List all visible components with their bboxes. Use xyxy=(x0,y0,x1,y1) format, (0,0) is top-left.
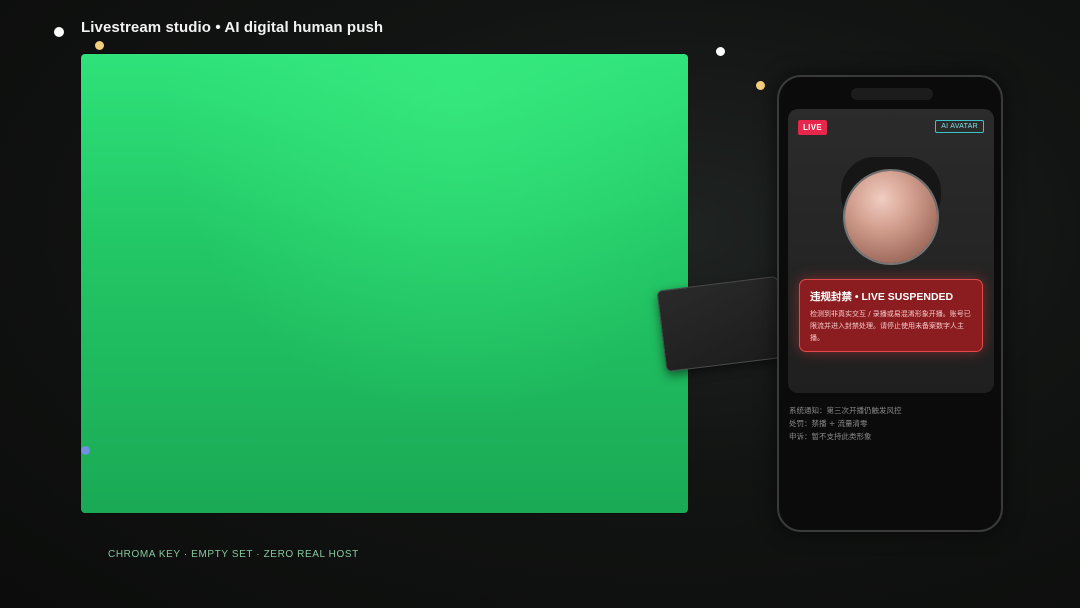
live-badge: LIVE xyxy=(798,120,827,135)
decor-dot-blue xyxy=(81,446,90,455)
notice-item: 系统通知：第三次开播仍触发风控 xyxy=(789,406,902,415)
title-bullet-dot xyxy=(54,27,64,37)
phone-screen: LIVE AI AVATAR 违规封禁 • LIVE SUSPENDED 检测到… xyxy=(788,109,994,393)
floating-device-card xyxy=(656,275,788,373)
page-title: Livestream studio • AI digital human pus… xyxy=(81,19,384,36)
suspension-alert: 违规封禁 • LIVE SUSPENDED 检测到非真实交互 / 录播或易混淆形… xyxy=(799,279,983,352)
ai-avatar-sphere xyxy=(845,171,937,263)
system-notice-list: 系统通知：第三次开播仍触发风控 处罚：禁播 + 流量清零 申诉：暂不支持此类形象 xyxy=(789,404,902,443)
chroma-key-stage xyxy=(81,54,688,513)
ai-avatar-badge: AI AVATAR xyxy=(935,120,984,133)
phone-notch xyxy=(851,88,933,100)
decor-dot-yellow xyxy=(756,81,765,90)
decor-dot-white xyxy=(716,47,725,56)
stage-caption: CHROMA KEY · EMPTY SET · ZERO REAL HOST xyxy=(108,549,359,560)
notice-item: 申诉：暂不支持此类形象 xyxy=(789,432,872,441)
alert-title: 违规封禁 • LIVE SUSPENDED xyxy=(810,291,954,303)
phone-preview: LIVE AI AVATAR 违规封禁 • LIVE SUSPENDED 检测到… xyxy=(777,75,1003,532)
alert-body: 检测到非真实交互 / 录播或易混淆形象开播。账号已限流并进入封禁处理。请停止使用… xyxy=(810,310,971,342)
notice-item: 处罚：禁播 + 流量清零 xyxy=(789,419,868,428)
decor-dot-yellow xyxy=(95,41,104,50)
